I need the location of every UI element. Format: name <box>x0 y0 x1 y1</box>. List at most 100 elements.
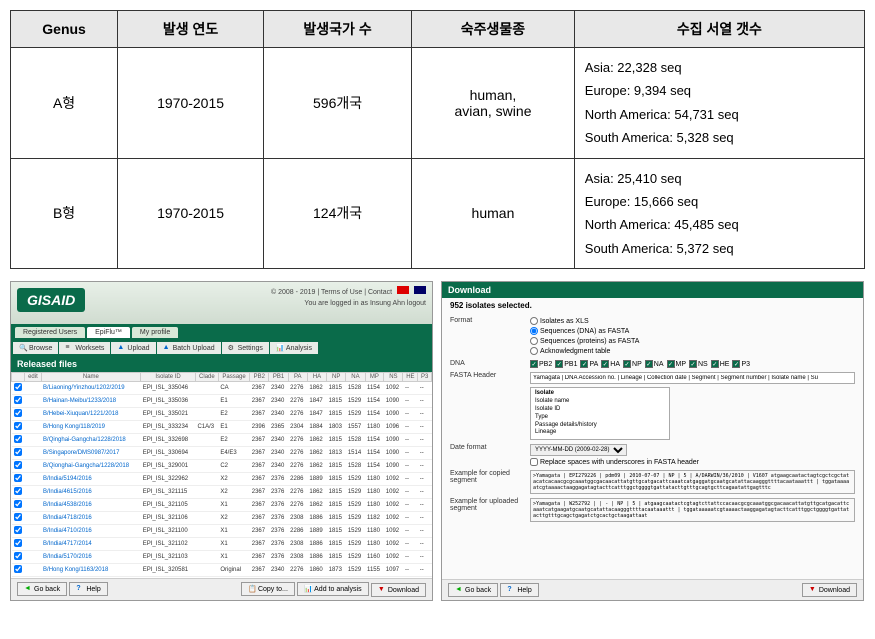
format-option[interactable]: Acknowledgment table <box>530 347 855 357</box>
format-option[interactable]: Isolates as XLS <box>530 317 855 327</box>
go-back-button[interactable]: Go back <box>448 583 498 597</box>
file-header[interactable]: edit <box>25 373 41 382</box>
toolbar-analysis[interactable]: Analysis <box>270 342 318 354</box>
help-icon <box>507 586 515 594</box>
file-row[interactable]: B/India/4717/2014EPI_ISL_321102X12367237… <box>12 538 432 551</box>
file-row[interactable]: B/India/5170/2016EPI_ISL_321103X12367237… <box>12 551 432 564</box>
row-checkbox[interactable] <box>14 435 22 443</box>
segment-PB2[interactable]: ✓PB2 <box>530 360 552 368</box>
nav-tab[interactable]: My profile <box>132 327 178 338</box>
row-checkbox[interactable] <box>14 461 22 469</box>
checkbox-icon: ✓ <box>530 360 538 368</box>
file-header[interactable]: PB2 <box>250 373 269 382</box>
isolate-box[interactable]: Isolate Isolate nameIsolate IDTypePassag… <box>530 387 670 440</box>
download-panel: Download 952 isolates selected. Format I… <box>441 281 864 601</box>
date-format-select[interactable]: YYYY-MM-DD (2009-02-28) <box>530 444 627 456</box>
row-checkbox[interactable] <box>14 448 22 456</box>
format-radio[interactable] <box>530 317 538 325</box>
file-row[interactable]: B/Singapore/DMS0987/2017EPI_ISL_330694E4… <box>12 447 432 460</box>
file-row[interactable]: B/Hebei-Xiuquan/1221/2018EPI_ISL_335021E… <box>12 408 432 421</box>
nav-tab[interactable]: EpiFlu™ <box>87 327 130 338</box>
file-header[interactable]: PA <box>288 373 307 382</box>
row-checkbox[interactable] <box>14 383 22 391</box>
file-header[interactable]: NP <box>327 373 346 382</box>
isolate-item[interactable]: Lineage <box>535 429 665 437</box>
row-checkbox[interactable] <box>14 565 22 573</box>
file-header[interactable]: Passage <box>218 373 249 382</box>
file-row[interactable]: B/Hong Kong/1163/2018EPI_ISL_320581Origi… <box>12 564 432 577</box>
segment-NS[interactable]: ✓NS <box>689 360 708 368</box>
isolate-item[interactable]: Passage details/history <box>535 422 665 430</box>
row-checkbox[interactable] <box>14 396 22 404</box>
row-checkbox[interactable] <box>14 474 22 482</box>
toolbar-batch-upload[interactable]: Batch Upload <box>157 342 221 354</box>
segment-PB1[interactable]: ✓PB1 <box>555 360 577 368</box>
nav-tab[interactable]: Registered Users <box>15 327 85 338</box>
go-back-button[interactable]: Go back <box>17 582 67 596</box>
file-header[interactable]: HA <box>307 373 326 382</box>
file-row[interactable]: B/Hainan-Meibu/1233/2018EPI_ISL_335036E1… <box>12 395 432 408</box>
file-row[interactable]: B/Liaoning/Yinzhou/1202/2019EPI_ISL_3350… <box>12 382 432 395</box>
row-checkbox[interactable] <box>14 422 22 430</box>
list-icon <box>65 344 73 352</box>
fasta-header-input[interactable] <box>530 372 855 384</box>
flag-cn-icon[interactable] <box>397 286 409 294</box>
file-header[interactable]: Isolate ID <box>141 373 196 382</box>
flag-uk-icon[interactable] <box>414 286 426 294</box>
segment-NA[interactable]: ✓NA <box>645 360 664 368</box>
login-status[interactable]: You are logged in as Insung Ahn logout <box>304 300 426 307</box>
row-checkbox[interactable] <box>14 526 22 534</box>
file-row[interactable]: B/India/5194/2016EPI_ISL_322962X22367237… <box>12 473 432 486</box>
isolate-item[interactable]: Type <box>535 414 665 422</box>
file-header[interactable]: NS <box>384 373 403 382</box>
row-checkbox[interactable] <box>14 500 22 508</box>
segment-HE[interactable]: ✓HE <box>711 360 730 368</box>
file-header[interactable] <box>12 373 25 382</box>
file-row[interactable]: B/India/4538/2016EPI_ISL_321105X12367237… <box>12 499 432 512</box>
chart-icon <box>276 344 284 352</box>
file-header[interactable]: MP <box>365 373 384 382</box>
file-row[interactable]: B/Qionghai-Gangcha/1228/2018EPI_ISL_3290… <box>12 460 432 473</box>
file-row[interactable]: B/Qinghai-Gangcha/1228/2018EPI_ISL_33269… <box>12 434 432 447</box>
file-header[interactable]: Clade <box>195 373 218 382</box>
isolate-item[interactable]: Isolate ID <box>535 406 665 414</box>
file-header[interactable]: Name <box>41 373 141 382</box>
download-button[interactable]: Download <box>802 583 857 597</box>
header-links[interactable]: © 2008 - 2019 | Terms of Use | Contact <box>271 286 426 296</box>
isolate-item[interactable]: Isolate name <box>535 398 665 406</box>
help-button[interactable]: Help <box>500 583 538 597</box>
row-checkbox[interactable] <box>14 409 22 417</box>
toolbar-worksets[interactable]: Worksets <box>59 342 110 354</box>
file-header[interactable]: P3 <box>418 373 432 382</box>
file-row[interactable]: B/India/4710/2016EPI_ISL_321100X12367237… <box>12 525 432 538</box>
row-checkbox[interactable] <box>14 539 22 547</box>
segment-MP[interactable]: ✓MP <box>667 360 687 368</box>
file-header[interactable]: NA <box>346 373 365 382</box>
format-radio[interactable] <box>530 337 538 345</box>
row-checkbox[interactable] <box>14 513 22 521</box>
toolbar-upload[interactable]: Upload <box>111 342 155 354</box>
format-option[interactable]: Sequences (proteins) as FASTA <box>530 337 855 347</box>
format-option[interactable]: Sequences (DNA) as FASTA <box>530 327 855 337</box>
add-analysis-button[interactable]: Add to analysis <box>297 582 368 596</box>
segment-P3[interactable]: ✓P3 <box>732 360 750 368</box>
replace-spaces-checkbox[interactable] <box>530 458 538 466</box>
file-row[interactable]: B/India/4718/2016EPI_ISL_321106X22367237… <box>12 512 432 525</box>
format-radio[interactable] <box>530 327 538 335</box>
segment-HA[interactable]: ✓HA <box>601 360 620 368</box>
segment-PA[interactable]: ✓PA <box>580 360 598 368</box>
file-row[interactable]: B/India/4615/2016EPI_ISL_321115X22367237… <box>12 486 432 499</box>
file-header[interactable]: HE <box>403 373 418 382</box>
summary-cell: 1970-2015 <box>118 48 264 159</box>
row-checkbox[interactable] <box>14 487 22 495</box>
download-button[interactable]: Download <box>371 583 426 597</box>
toolbar-settings[interactable]: Settings <box>222 342 269 354</box>
file-header[interactable]: PB1 <box>269 373 288 382</box>
toolbar-browse[interactable]: Browse <box>13 342 58 354</box>
help-button[interactable]: Help <box>69 582 107 596</box>
file-row[interactable]: B/Hong Kong/118/2019EPI_ISL_333234C1A/3E… <box>12 421 432 434</box>
copy-to-button[interactable]: Copy to... <box>241 582 295 596</box>
row-checkbox[interactable] <box>14 552 22 560</box>
format-radio[interactable] <box>530 347 538 355</box>
segment-NP[interactable]: ✓NP <box>623 360 642 368</box>
